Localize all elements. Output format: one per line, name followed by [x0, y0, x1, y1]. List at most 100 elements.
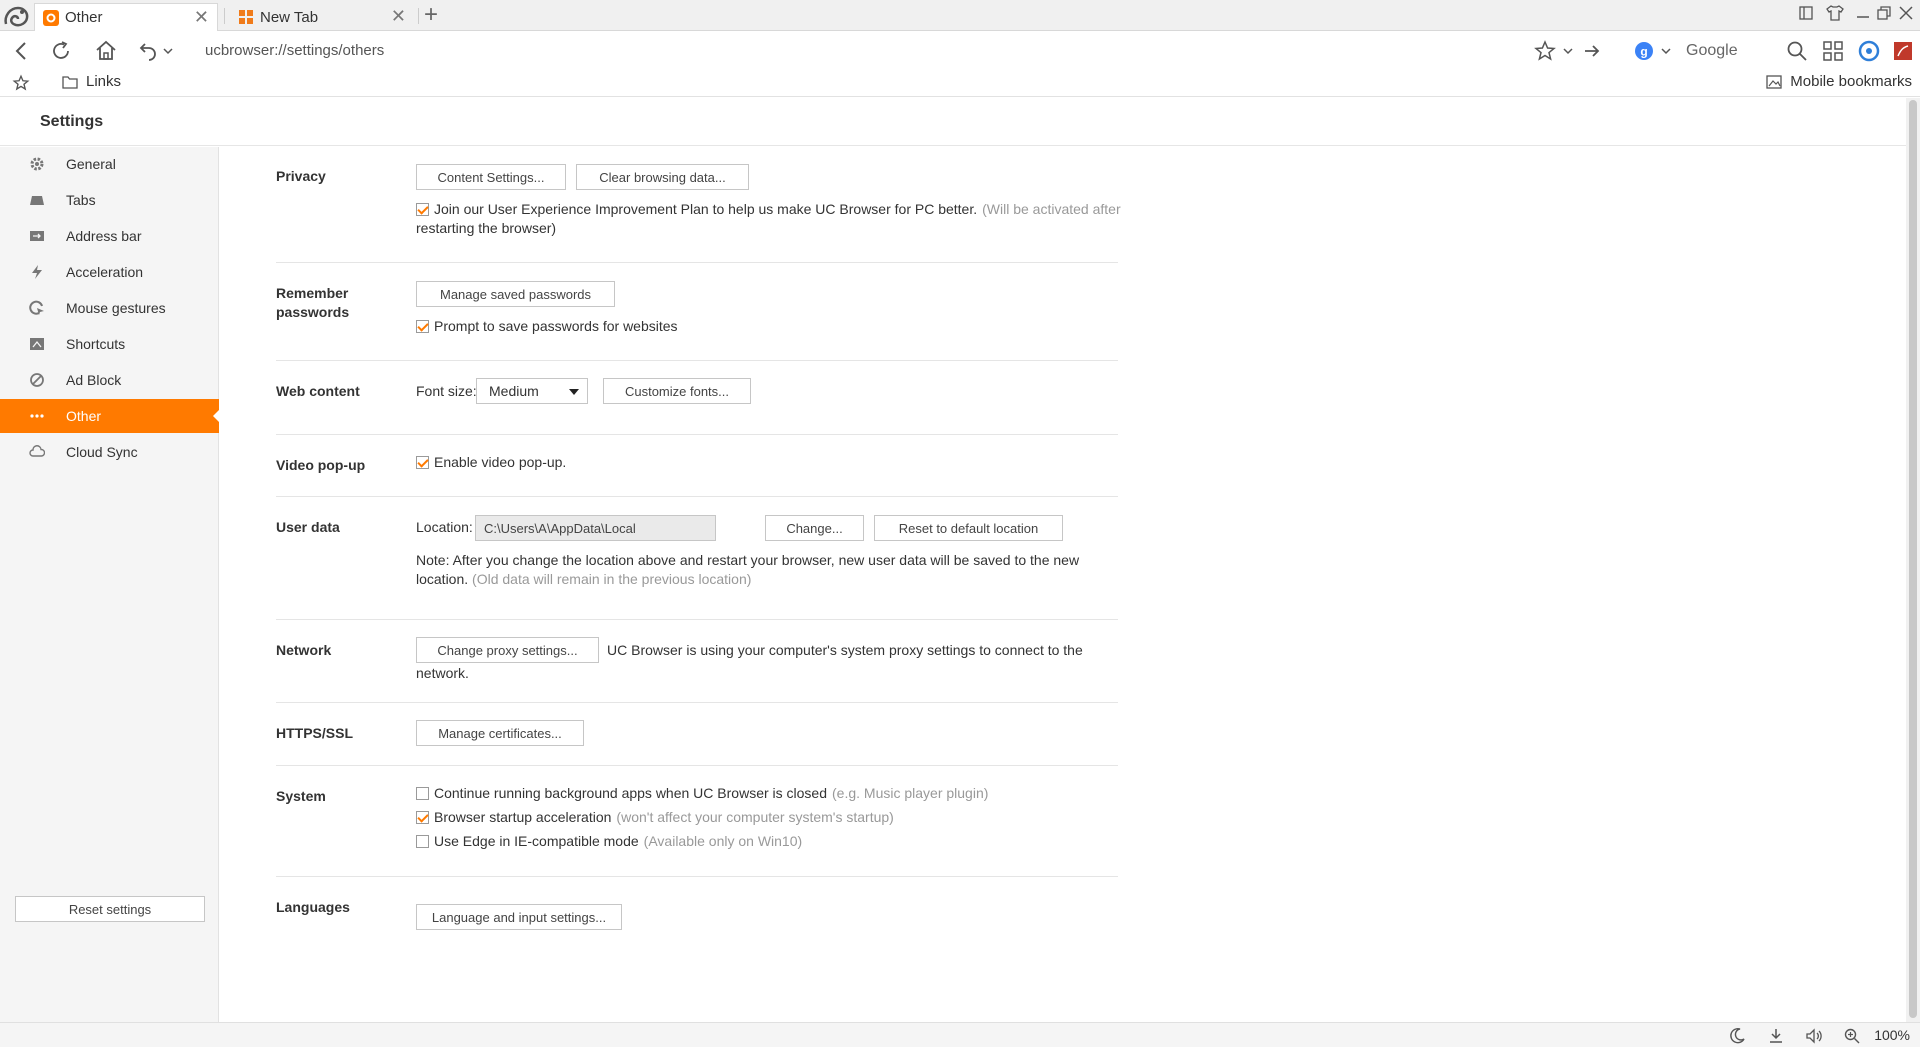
manage-saved-passwords-button[interactable]: Manage saved passwords [416, 281, 615, 307]
section-label-video-popup: Video pop-up [276, 457, 366, 473]
close-tab-icon[interactable]: ✕ [391, 7, 406, 25]
zoom-icon[interactable] [1843, 1027, 1861, 1045]
bookmark-folder-label: Links [86, 73, 122, 90]
edge-ie-mode-text: Use Edge in IE-compatible mode [434, 833, 639, 849]
home-icon[interactable] [94, 39, 118, 63]
location-label: Location: [416, 519, 473, 535]
lightning-icon [29, 264, 45, 280]
bookmark-star-icon[interactable] [1533, 39, 1557, 63]
close-tab-icon[interactable]: ✕ [194, 8, 209, 26]
background-apps-checkbox[interactable] [416, 787, 429, 800]
search-engine-icon[interactable]: g [1632, 39, 1656, 63]
background-apps-text: Continue running background apps when UC… [434, 785, 827, 801]
change-proxy-settings-button[interactable]: Change proxy settings... [416, 637, 599, 663]
tab-new-tab[interactable]: New Tab ✕ [230, 3, 414, 31]
mobile-bookmarks-label: Mobile bookmarks [1790, 73, 1912, 90]
sidebar-item-cloud-sync[interactable]: Cloud Sync [0, 435, 219, 469]
refresh-circle-icon[interactable] [1857, 39, 1881, 63]
reload-icon[interactable] [49, 39, 73, 63]
reset-settings-button[interactable]: Reset settings [15, 896, 205, 922]
zoom-level[interactable]: 100% [1874, 1027, 1910, 1043]
sidebar-item-tabs[interactable]: Tabs [0, 183, 219, 217]
dropdown-arrow-icon [569, 389, 579, 395]
sidebar-item-acceleration[interactable]: Acceleration [0, 255, 219, 289]
section-divider [276, 262, 1118, 263]
volume-icon[interactable] [1805, 1027, 1823, 1045]
sidebar-item-shortcuts[interactable]: Shortcuts [0, 327, 219, 361]
sidebar-item-label: Cloud Sync [66, 444, 138, 460]
tab-label: New Tab [260, 8, 319, 26]
background-apps-option: Continue running background apps when UC… [416, 784, 988, 803]
user-data-location-field[interactable]: C:\Users\A\AppData\Local [475, 515, 716, 541]
undo-close-tab-icon[interactable] [136, 39, 160, 63]
reset-default-location-button[interactable]: Reset to default location [874, 515, 1063, 541]
sidebar-item-general[interactable]: General [0, 147, 219, 181]
tab-other[interactable]: Other ✕ [34, 3, 218, 31]
sidebar-item-mouse-gestures[interactable]: Mouse gestures [0, 291, 219, 325]
section-divider [276, 496, 1118, 497]
ux-plan-text: Join our User Experience Improvement Pla… [434, 201, 978, 217]
prompt-save-passwords-option: Prompt to save passwords for websites [416, 317, 678, 336]
sidebar-toggle-icon[interactable] [1798, 5, 1814, 26]
download-icon[interactable] [1767, 1027, 1785, 1045]
go-arrow-icon[interactable] [1580, 39, 1604, 63]
chevron-down-icon[interactable] [1658, 39, 1674, 63]
pdf-icon[interactable] [1891, 39, 1915, 63]
section-divider [276, 876, 1118, 877]
section-divider [276, 360, 1118, 361]
bookmark-folder-links[interactable]: Links [62, 73, 121, 90]
apps-grid-icon[interactable] [1821, 39, 1845, 63]
address-input[interactable]: ucbrowser://settings/others [205, 42, 384, 59]
user-data-note-muted: (Old data will remain in the previous lo… [472, 571, 752, 587]
close-window-icon[interactable] [1898, 5, 1914, 26]
clear-browsing-data-button[interactable]: Clear browsing data... [576, 164, 749, 190]
search-icon[interactable] [1785, 39, 1809, 63]
mobile-bookmarks-button[interactable]: Mobile bookmarks [1766, 73, 1912, 90]
sidebar-item-other[interactable]: Other [0, 399, 220, 433]
section-divider [276, 619, 1118, 620]
chevron-down-icon[interactable] [160, 39, 176, 63]
sidebar-item-label: General [66, 156, 116, 172]
language-input-settings-button[interactable]: Language and input settings... [416, 904, 622, 930]
restore-icon[interactable] [1876, 5, 1892, 26]
add-bookmark-star-icon[interactable] [12, 74, 30, 92]
sidebar-item-label: Address bar [66, 228, 142, 244]
skin-shirt-icon[interactable] [1826, 5, 1844, 26]
uc-browser-logo[interactable] [2, 2, 32, 30]
section-label-languages: Languages [276, 899, 350, 915]
customize-fonts-button[interactable]: Customize fonts... [603, 378, 751, 404]
night-mode-moon-icon[interactable] [1728, 1027, 1746, 1045]
cloud-icon [29, 444, 45, 460]
chevron-down-icon[interactable] [1560, 39, 1576, 63]
sidebar-item-ad-block[interactable]: Ad Block [0, 363, 219, 397]
prompt-save-passwords-checkbox[interactable] [416, 320, 429, 333]
proxy-status-text: UC Browser is using your computer's syst… [607, 642, 1083, 658]
sidebar-item-label: Other [66, 408, 102, 424]
startup-acceleration-checkbox[interactable] [416, 811, 429, 824]
minimize-icon[interactable] [1856, 5, 1870, 26]
vertical-scrollbar[interactable] [1906, 98, 1920, 1022]
manage-certificates-button[interactable]: Manage certificates... [416, 720, 584, 746]
address-bar-icon [29, 228, 45, 244]
search-input[interactable]: Google [1686, 42, 1738, 60]
change-location-button[interactable]: Change... [765, 515, 864, 541]
settings-content: Privacy Content Settings... Clear browsi… [220, 147, 1906, 1022]
tab-label: Other [65, 9, 103, 26]
startup-acceleration-option: Browser startup acceleration (won't affe… [416, 808, 894, 827]
settings-sidebar: General Tabs Address bar Acceleration Mo… [0, 147, 220, 1022]
scrollbar-thumb[interactable] [1909, 100, 1917, 1018]
edge-ie-mode-option: Use Edge in IE-compatible mode (Availabl… [416, 832, 802, 851]
ux-plan-checkbox[interactable] [416, 203, 429, 216]
edge-ie-mode-checkbox[interactable] [416, 835, 429, 848]
sidebar-item-address-bar[interactable]: Address bar [0, 219, 219, 253]
startup-acceleration-note: (won't affect your computer system's sta… [616, 809, 894, 825]
section-label-privacy: Privacy [276, 168, 326, 184]
section-divider [276, 702, 1118, 703]
sidebar-item-label: Acceleration [66, 264, 144, 280]
content-settings-button[interactable]: Content Settings... [416, 164, 566, 190]
mouse-gesture-icon [29, 300, 45, 316]
enable-video-popup-checkbox[interactable] [416, 456, 429, 469]
font-size-select[interactable]: Medium [476, 378, 588, 404]
new-tab-plus-icon[interactable]: + [424, 3, 438, 27]
back-icon[interactable] [10, 39, 34, 63]
